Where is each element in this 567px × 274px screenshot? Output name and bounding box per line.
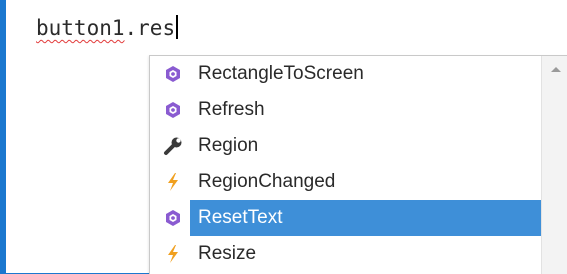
code-editor[interactable]: button1.res RectangleToScreen Refresh Re… bbox=[6, 0, 567, 274]
code-member-text: .res bbox=[124, 16, 176, 40]
completion-item[interactable]: Refresh bbox=[150, 92, 542, 128]
intellisense-popup[interactable]: RectangleToScreen Refresh Region RegionC… bbox=[149, 55, 567, 274]
completion-item-label: Resize bbox=[198, 243, 257, 264]
completion-item-label: Region bbox=[198, 135, 259, 156]
event-lightning-icon bbox=[162, 171, 184, 193]
completion-item[interactable]: RectangleToScreen bbox=[150, 56, 542, 92]
code-line[interactable]: button1.res bbox=[36, 10, 179, 46]
completion-item-selected[interactable]: ResetText bbox=[150, 200, 542, 236]
completion-item[interactable]: RegionChanged bbox=[150, 164, 542, 200]
text-caret bbox=[176, 15, 179, 39]
event-lightning-icon bbox=[162, 243, 184, 265]
completion-item-label: RegionChanged bbox=[198, 171, 336, 192]
completion-item[interactable]: Resize bbox=[150, 236, 542, 272]
completion-item[interactable]: Region bbox=[150, 128, 542, 164]
property-wrench-icon bbox=[162, 135, 184, 157]
method-icon bbox=[162, 207, 184, 229]
completion-item-label: Refresh bbox=[198, 99, 265, 120]
popup-scrollbar[interactable] bbox=[541, 56, 567, 274]
code-object-identifier: button1 bbox=[36, 16, 125, 40]
completion-item-label: RectangleToScreen bbox=[198, 63, 364, 84]
method-icon bbox=[162, 63, 184, 85]
scroll-up-arrow-icon[interactable] bbox=[551, 67, 561, 72]
method-icon bbox=[162, 99, 184, 121]
completion-item-label: ResetText bbox=[198, 207, 283, 228]
